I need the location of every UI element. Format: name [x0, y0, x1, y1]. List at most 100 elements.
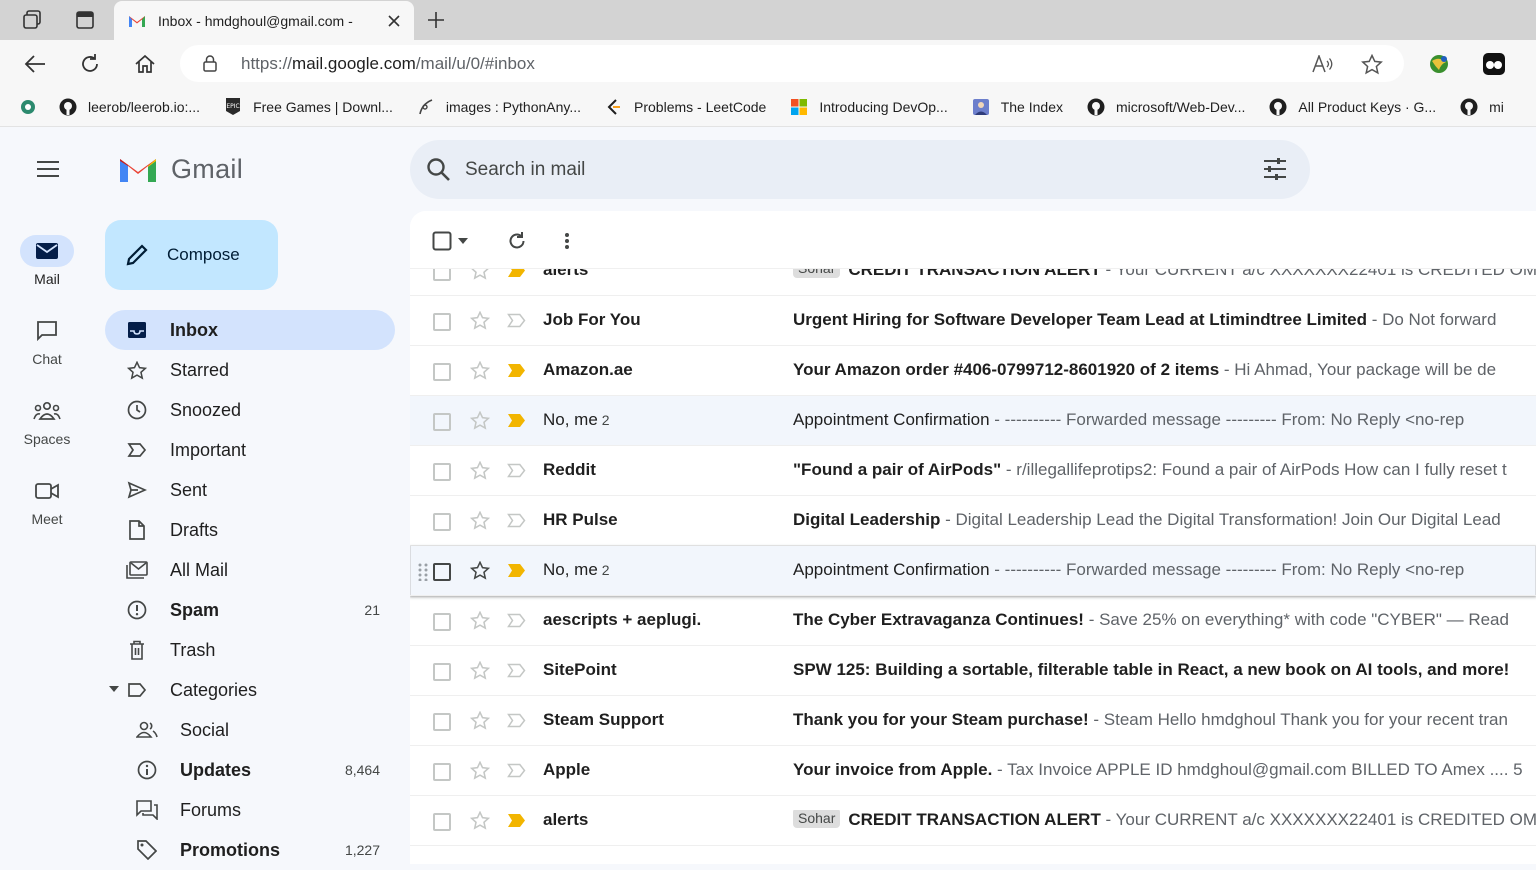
- important-marker-icon[interactable]: [507, 613, 527, 628]
- row-checkbox[interactable]: [433, 463, 451, 481]
- nav-sent[interactable]: Sent: [105, 470, 395, 510]
- important-marker-icon[interactable]: [507, 663, 527, 678]
- email-row[interactable]: Apple Your invoice from Apple. - Tax Invo…: [410, 746, 1536, 796]
- star-icon[interactable]: [470, 311, 490, 330]
- important-marker-icon[interactable]: [507, 513, 527, 528]
- more-options-icon[interactable]: [556, 230, 578, 252]
- nav-updates[interactable]: Updates 8,464: [105, 750, 395, 790]
- main-menu-button[interactable]: [35, 159, 61, 179]
- address-bar[interactable]: https://mail.google.com/mail/u/0/#inbox: [180, 45, 1404, 82]
- url-text[interactable]: https://mail.google.com/mail/u/0/#inbox: [241, 54, 535, 74]
- extension-globe-icon[interactable]: [1425, 50, 1453, 78]
- row-checkbox[interactable]: [433, 713, 451, 731]
- bookmark-item[interactable]: Introducing DevOp...: [789, 97, 948, 117]
- home-button[interactable]: [131, 50, 159, 78]
- workspaces-icon[interactable]: [20, 8, 44, 32]
- rail-spaces[interactable]: Spaces: [4, 395, 90, 447]
- star-icon[interactable]: [470, 361, 490, 380]
- email-row[interactable]: alerts Sohar CREDIT TRANSACTION ALERT - Yo…: [410, 796, 1536, 846]
- favorite-star-icon[interactable]: [1361, 53, 1383, 74]
- nav-all-mail[interactable]: All Mail: [105, 550, 395, 590]
- nav-trash[interactable]: Trash: [105, 630, 395, 670]
- rail-chat[interactable]: Chat: [4, 315, 90, 367]
- star-icon[interactable]: [470, 811, 490, 830]
- row-checkbox[interactable]: [433, 313, 451, 331]
- email-row[interactable]: SitePoint SPW 125: Building a sortable, f…: [410, 646, 1536, 696]
- email-row[interactable]: No, me 2 Appointment Confirmation - ------…: [410, 396, 1536, 446]
- refresh-button[interactable]: [76, 50, 104, 78]
- new-tab-button[interactable]: [424, 8, 448, 32]
- email-row[interactable]: HR Pulse Digital Leadership - Digital Lea…: [410, 496, 1536, 546]
- row-checkbox[interactable]: [433, 663, 451, 681]
- rail-meet[interactable]: Meet: [4, 475, 90, 527]
- bookmark-item[interactable]: images : PythonAny...: [416, 97, 581, 117]
- gmail-logo[interactable]: Gmail: [118, 154, 243, 185]
- star-icon[interactable]: [470, 411, 490, 430]
- select-all-checkbox[interactable]: [431, 230, 453, 252]
- row-checkbox[interactable]: [433, 513, 451, 531]
- important-marker-icon[interactable]: [507, 763, 527, 778]
- bookmark-item[interactable]: Problems - LeetCode: [604, 97, 766, 117]
- email-row[interactable]: Reddit "Found a pair of AirPods" - r/ille…: [410, 446, 1536, 496]
- row-checkbox[interactable]: [433, 613, 451, 631]
- nav-categories[interactable]: Categories: [105, 670, 395, 710]
- important-marker-icon[interactable]: [507, 463, 527, 478]
- search-input[interactable]: Search in mail: [465, 159, 585, 181]
- compose-button[interactable]: Compose: [105, 220, 278, 290]
- star-icon[interactable]: [470, 711, 490, 730]
- important-marker-icon[interactable]: [507, 713, 527, 728]
- bookmark-item[interactable]: EPIC Free Games | Downl...: [223, 97, 393, 117]
- nav-snoozed[interactable]: Snoozed: [105, 390, 395, 430]
- bookmark-item[interactable]: microsoft/Web-Dev...: [1086, 97, 1245, 117]
- important-marker-icon[interactable]: [507, 563, 527, 578]
- email-row[interactable]: Job For You Urgent Hiring for Software De…: [410, 296, 1536, 346]
- row-checkbox[interactable]: [433, 363, 451, 381]
- nav-inbox[interactable]: Inbox: [105, 310, 395, 350]
- search-options-icon[interactable]: [1262, 157, 1288, 181]
- select-dropdown-icon[interactable]: [456, 230, 470, 252]
- browser-tab-active[interactable]: Inbox - hmdghoul@gmail.com -: [114, 1, 414, 40]
- important-marker-icon[interactable]: [507, 363, 527, 378]
- row-checkbox[interactable]: [433, 563, 451, 581]
- nav-starred[interactable]: Starred: [105, 350, 395, 390]
- bookmark-item[interactable]: leerob/leerob.io:...: [58, 97, 200, 117]
- star-icon[interactable]: [470, 561, 490, 580]
- important-marker-icon[interactable]: [507, 813, 527, 828]
- refresh-icon[interactable]: [506, 230, 528, 252]
- star-icon[interactable]: [470, 761, 490, 780]
- email-row[interactable]: No, me 2 Appointment Confirmation - ------…: [410, 546, 1536, 596]
- email-row[interactable]: Amazon.ae Your Amazon order #406-0799712-…: [410, 346, 1536, 396]
- important-marker-icon[interactable]: [507, 413, 527, 428]
- bookmark-app-icon[interactable]: [18, 97, 38, 117]
- rail-mail[interactable]: Mail: [4, 235, 90, 287]
- email-label-chip[interactable]: Sohar: [793, 810, 841, 828]
- close-tab-icon[interactable]: [384, 11, 404, 31]
- search-icon[interactable]: [426, 157, 452, 183]
- drag-handle-icon[interactable]: [418, 563, 428, 581]
- nav-important[interactable]: Important: [105, 430, 395, 470]
- email-row[interactable]: Steam Support Thank you for your Steam pu…: [410, 696, 1536, 746]
- back-button[interactable]: [21, 50, 49, 78]
- lock-icon[interactable]: [202, 54, 218, 72]
- row-checkbox[interactable]: [433, 413, 451, 431]
- vertical-tabs-icon[interactable]: [73, 8, 97, 32]
- bookmark-item[interactable]: mi: [1459, 97, 1504, 117]
- star-icon[interactable]: [470, 461, 490, 480]
- important-marker-icon[interactable]: [507, 313, 527, 328]
- nav-drafts[interactable]: Drafts: [105, 510, 395, 550]
- star-icon[interactable]: [470, 611, 490, 630]
- bookmark-item[interactable]: The Index: [971, 97, 1063, 117]
- star-icon[interactable]: [470, 511, 490, 530]
- star-icon[interactable]: [470, 661, 490, 680]
- row-checkbox[interactable]: [433, 763, 451, 781]
- nav-promotions[interactable]: Promotions 1,227: [105, 830, 395, 870]
- search-bar[interactable]: Search in mail: [410, 140, 1310, 199]
- nav-social[interactable]: Social: [105, 710, 395, 750]
- profile-extension-icon[interactable]: [1480, 50, 1508, 78]
- email-row[interactable]: aescripts + aeplugi. The Cyber Extravagan…: [410, 596, 1536, 646]
- read-aloud-icon[interactable]: [1312, 54, 1334, 74]
- row-checkbox[interactable]: [433, 813, 451, 831]
- bookmark-item[interactable]: All Product Keys · G...: [1268, 97, 1436, 117]
- caret-down-icon[interactable]: [109, 686, 119, 692]
- nav-spam[interactable]: Spam 21: [105, 590, 395, 630]
